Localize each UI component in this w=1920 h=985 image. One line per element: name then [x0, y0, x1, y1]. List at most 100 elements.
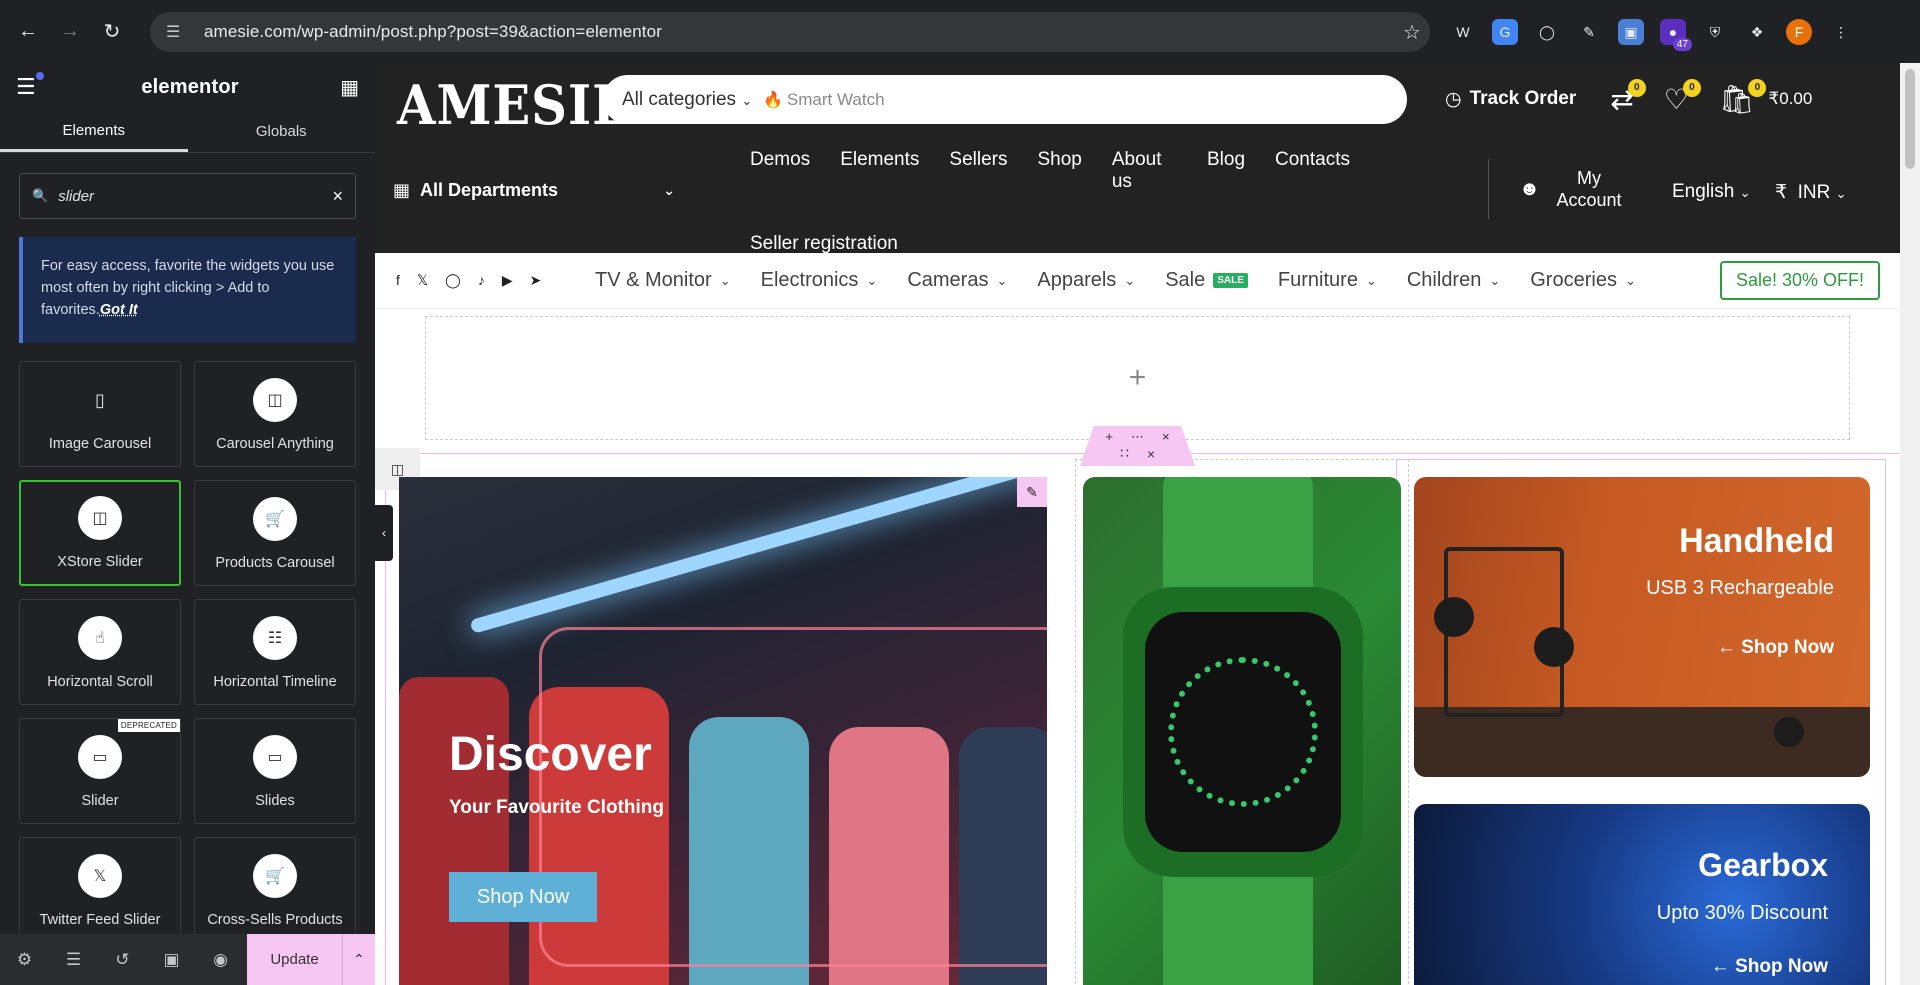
widget-products-carousel[interactable]: 🛒 Products Carousel: [194, 480, 356, 586]
section-handle[interactable]: + ⋯ × ∷ ×: [1080, 426, 1195, 466]
menu-item-shop[interactable]: Shop: [1037, 149, 1081, 193]
banner-subtitle: USB 3 Rechargeable: [1646, 577, 1834, 599]
hero-banner-watch[interactable]: [1083, 477, 1401, 985]
currency-select[interactable]: ₹ INR ⌄: [1775, 181, 1847, 204]
page-scrollbar[interactable]: [1900, 63, 1920, 985]
profile-avatar[interactable]: F: [1786, 19, 1812, 45]
menu-item-about-us[interactable]: About us: [1112, 149, 1177, 193]
menu-item-seller-registration[interactable]: Seller registration: [750, 233, 898, 254]
site-info-icon[interactable]: ☰: [166, 22, 186, 42]
widget-horizontal-timeline[interactable]: ☷ Horizontal Timeline: [194, 599, 356, 705]
back-icon[interactable]: ←: [8, 12, 48, 52]
reload-icon[interactable]: ↻: [92, 12, 132, 52]
collapse-panel-icon[interactable]: ‹: [375, 505, 393, 561]
category-electronics[interactable]: Electronics ⌄: [761, 269, 878, 292]
telegram-icon[interactable]: ➤: [530, 272, 542, 289]
extension-badge-icon[interactable]: ● 47: [1660, 19, 1692, 51]
tab-elements[interactable]: Elements: [0, 111, 188, 152]
menu-item-contacts[interactable]: Contacts: [1275, 149, 1350, 193]
cart-total[interactable]: ₹0.00: [1768, 89, 1812, 109]
settings-gear-icon[interactable]: ⚙: [0, 950, 49, 970]
tiktok-icon[interactable]: ♪: [478, 272, 485, 289]
drag-handle-icon[interactable]: ∷: [1120, 445, 1129, 462]
address-url[interactable]: amesie.com/wp-admin/post.php?post=39&act…: [204, 22, 1394, 42]
translate-icon[interactable]: G: [1492, 19, 1518, 45]
category-select[interactable]: All categories ⌄: [603, 89, 763, 111]
widget-twitter-feed-slider[interactable]: 𝕏 Twitter Feed Slider: [19, 837, 181, 943]
tip-got-it-link[interactable]: Got It: [100, 302, 138, 318]
my-account-link[interactable]: ☻ My Account: [1488, 159, 1626, 219]
sale-30-button[interactable]: Sale! 30% OFF!: [1719, 261, 1880, 300]
browser-menu-icon[interactable]: ⋮: [1828, 19, 1854, 45]
track-order-label: Track Order: [1469, 88, 1577, 109]
shop-now-button[interactable]: Shop Now: [449, 872, 597, 922]
language-select[interactable]: English ⌄: [1672, 181, 1751, 203]
wishlist-heart-icon[interactable]: ♡ 0: [1664, 78, 1701, 116]
banner-gearbox[interactable]: Gearbox Upto 30% Discount ← Shop Now: [1414, 804, 1870, 985]
category-furniture[interactable]: Furniture ⌄: [1278, 269, 1377, 292]
widgets-grid-icon[interactable]: ▦: [340, 75, 359, 100]
history-icon[interactable]: ↺: [98, 950, 147, 970]
chevron-up-icon[interactable]: ⌃: [342, 934, 375, 985]
widget-xstore-slider[interactable]: ◫ XStore Slider: [19, 480, 181, 586]
menu-item-demos[interactable]: Demos: [750, 149, 810, 193]
widget-slider[interactable]: DEPRECATED ▭ Slider: [19, 718, 181, 824]
shield-icon[interactable]: ⛨: [1702, 19, 1728, 45]
screen-capture-icon[interactable]: ▣: [1618, 19, 1644, 45]
category-cameras[interactable]: Cameras ⌄: [907, 269, 1007, 292]
edit-pencil-icon[interactable]: ✎: [1017, 477, 1047, 507]
address-bar[interactable]: ☰ amesie.com/wp-admin/post.php?post=39&a…: [150, 12, 1430, 52]
eyedropper-icon[interactable]: ✎: [1576, 19, 1602, 45]
youtube-icon[interactable]: ▶: [502, 272, 513, 289]
site-logo[interactable]: AMESIE: [397, 73, 631, 137]
all-departments-button[interactable]: ▦ All Departments ⌄: [393, 180, 675, 201]
category-apparels[interactable]: Apparels ⌄: [1037, 269, 1135, 292]
forward-icon[interactable]: →: [50, 12, 90, 52]
widget-slides[interactable]: ▭ Slides: [194, 718, 356, 824]
close-icon[interactable]: ×: [1162, 429, 1170, 445]
tab-globals[interactable]: Globals: [188, 111, 376, 152]
category-tv-monitor[interactable]: TV & Monitor ⌄: [595, 269, 731, 292]
facebook-icon[interactable]: f: [396, 272, 400, 289]
menu-hamburger-icon[interactable]: ☰: [16, 72, 44, 100]
widget-carousel-anything[interactable]: ◫ Carousel Anything: [194, 361, 356, 467]
responsive-mode-icon[interactable]: ▣: [147, 950, 196, 970]
close-icon[interactable]: ×: [1147, 446, 1155, 462]
widget-image-carousel[interactable]: ▯ Image Carousel: [19, 361, 181, 467]
banner-shop-now-link[interactable]: ← Shop Now: [1717, 637, 1834, 659]
update-button[interactable]: Update: [247, 934, 342, 985]
sale-badge: SALE: [1213, 273, 1248, 288]
menu-item-elements[interactable]: Elements: [840, 149, 919, 193]
chevron-down-icon: ⌄: [1739, 185, 1751, 200]
preview-eye-icon[interactable]: ◉: [196, 950, 245, 970]
add-icon[interactable]: +: [1105, 429, 1113, 445]
widget-horizontal-scroll[interactable]: ☝ Horizontal Scroll: [19, 599, 181, 705]
add-section-dropzone[interactable]: +: [425, 316, 1850, 440]
bookmark-star-icon[interactable]: ☆: [1394, 20, 1430, 45]
banner-handheld[interactable]: Handheld USB 3 Rechargeable ← Shop Now: [1414, 477, 1870, 777]
category-label: Apparels: [1037, 269, 1117, 291]
instagram-icon[interactable]: ◯: [445, 272, 461, 289]
track-order-link[interactable]: ◷ Track Order: [1445, 88, 1576, 111]
x-twitter-icon[interactable]: 𝕏: [417, 272, 428, 289]
hero-banner-clothing[interactable]: Discover Your Favourite Clothing Shop No…: [399, 477, 1047, 985]
spinner-extension-icon[interactable]: ◯: [1534, 19, 1560, 45]
scrollbar-thumb[interactable]: [1905, 69, 1915, 169]
puzzle-extensions-icon[interactable]: ❖: [1744, 19, 1770, 45]
banner-shop-now-link[interactable]: ← Shop Now: [1711, 956, 1828, 978]
category-sale[interactable]: Sale SALE: [1165, 269, 1248, 292]
cart-bag-icon[interactable]: 🛍 0: [1719, 78, 1767, 116]
navigator-layers-icon[interactable]: ☰: [49, 950, 98, 970]
category-children[interactable]: Children ⌄: [1407, 269, 1500, 292]
wordpress-icon[interactable]: W: [1450, 19, 1476, 45]
menu-item-blog[interactable]: Blog: [1207, 149, 1245, 193]
menu-item-sellers[interactable]: Sellers: [949, 149, 1007, 193]
compare-icon[interactable]: ⇄ 0: [1610, 78, 1646, 116]
category-select-value: All categories: [622, 88, 737, 110]
widget-search-input[interactable]: [58, 187, 333, 205]
widget-cross-sells-products[interactable]: 🛒 Cross-Sells Products: [194, 837, 356, 943]
drag-handle-icon[interactable]: ⋯: [1131, 429, 1144, 445]
category-groceries[interactable]: Groceries ⌄: [1530, 269, 1636, 292]
clear-search-icon[interactable]: ×: [332, 186, 343, 207]
site-search-input[interactable]: Smart Watch: [783, 90, 885, 110]
